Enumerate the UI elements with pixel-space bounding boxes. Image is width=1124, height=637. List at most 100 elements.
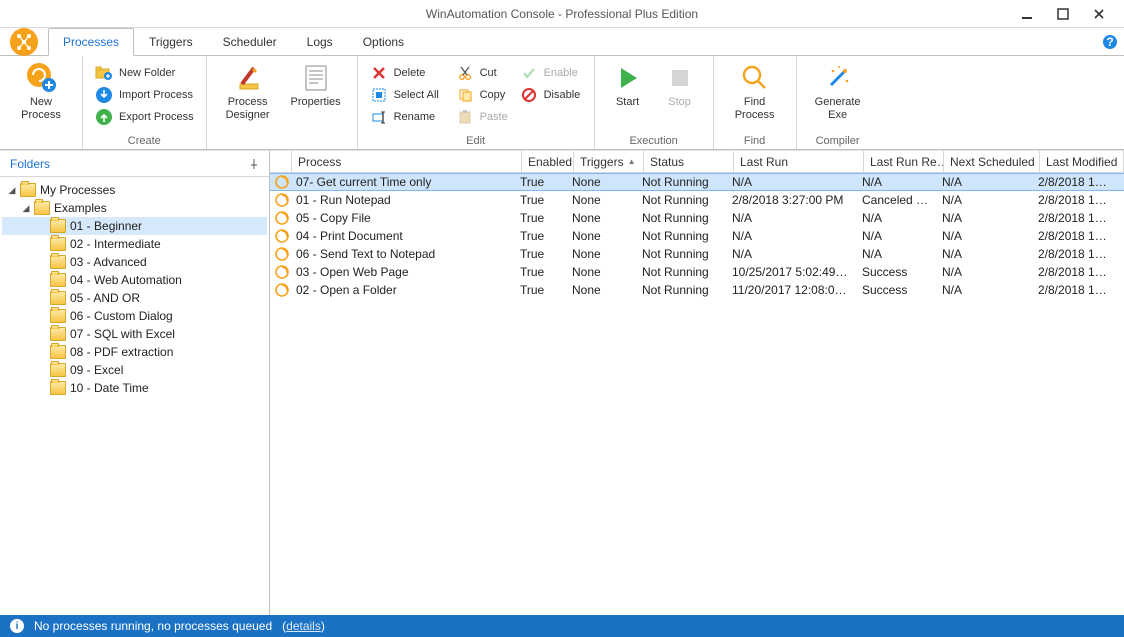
import-icon xyxy=(95,86,113,104)
disable-icon xyxy=(520,86,538,104)
folder-icon xyxy=(50,381,66,395)
maximize-button[interactable] xyxy=(1054,5,1072,23)
minimize-button[interactable] xyxy=(1018,5,1036,23)
status-details-link[interactable]: (details) xyxy=(282,619,325,633)
disable-button[interactable]: Disable xyxy=(518,84,584,106)
col-status[interactable]: Status xyxy=(644,151,734,172)
col-modified[interactable]: Last Modified xyxy=(1040,151,1124,172)
process-row[interactable]: 02 - Open a FolderTrueNoneNot Running11/… xyxy=(270,281,1124,299)
process-designer-button[interactable]: Process Designer xyxy=(217,60,279,122)
tree-item[interactable]: 02 - Intermediate xyxy=(2,235,267,253)
tree-item[interactable]: ◢Examples xyxy=(2,199,267,217)
new-folder-button[interactable]: New Folder xyxy=(93,62,196,84)
status-text: No processes running, no processes queue… xyxy=(34,619,272,633)
folder-icon xyxy=(20,183,36,197)
tree-item[interactable]: 07 - SQL with Excel xyxy=(2,325,267,343)
rename-button[interactable]: Rename xyxy=(368,106,448,128)
tree-item[interactable]: 06 - Custom Dialog xyxy=(2,307,267,325)
designer-icon xyxy=(232,62,264,94)
folders-panel: Folders ◢My Processes◢Examples01 - Begin… xyxy=(0,151,270,615)
enable-button[interactable]: Enable xyxy=(518,62,584,84)
select-all-icon xyxy=(370,86,388,104)
tree-item[interactable]: 10 - Date Time xyxy=(2,379,267,397)
start-button[interactable]: Start xyxy=(605,60,651,109)
process-icon xyxy=(274,246,290,262)
folder-icon xyxy=(50,219,66,233)
properties-button[interactable]: Properties xyxy=(285,60,347,109)
delete-button[interactable]: Delete xyxy=(368,62,448,84)
generate-exe-button[interactable]: Generate Exe xyxy=(807,60,869,122)
find-icon xyxy=(739,62,771,94)
process-row[interactable]: 04 - Print DocumentTrueNoneNot RunningN/… xyxy=(270,227,1124,245)
process-grid-panel: Process Enabled Triggers▲ Status Last Ru… xyxy=(270,151,1124,615)
stop-button[interactable]: Stop xyxy=(657,60,703,109)
tree-item[interactable]: 09 - Excel xyxy=(2,361,267,379)
tab-scheduler[interactable]: Scheduler xyxy=(208,28,292,55)
window-title: WinAutomation Console - Professional Plu… xyxy=(426,7,698,21)
export-process-button[interactable]: Export Process xyxy=(93,106,196,128)
folder-icon xyxy=(50,255,66,269)
tree-item[interactable]: 04 - Web Automation xyxy=(2,271,267,289)
tree-label: 07 - SQL with Excel xyxy=(70,327,175,341)
new-folder-icon xyxy=(95,64,113,82)
col-icon[interactable] xyxy=(270,151,292,172)
tab-strip: Processes Triggers Scheduler Logs Option… xyxy=(0,28,1124,56)
folder-icon xyxy=(50,327,66,341)
pin-icon[interactable] xyxy=(249,159,259,169)
folder-icon xyxy=(50,345,66,359)
folder-icon xyxy=(50,237,66,251)
process-icon xyxy=(274,174,290,190)
tab-processes[interactable]: Processes xyxy=(48,28,134,56)
col-lastrun[interactable]: Last Run xyxy=(734,151,864,172)
process-row[interactable]: 06 - Send Text to NotepadTrueNoneNot Run… xyxy=(270,245,1124,263)
paste-button[interactable]: Paste xyxy=(454,106,512,128)
select-all-button[interactable]: Select All xyxy=(368,84,448,106)
tab-logs[interactable]: Logs xyxy=(292,28,348,55)
process-row[interactable]: 05 - Copy FileTrueNoneNot RunningN/AN/AN… xyxy=(270,209,1124,227)
status-bar: i No processes running, no processes que… xyxy=(0,615,1124,637)
process-row[interactable]: 03 - Open Web PageTrueNoneNot Running10/… xyxy=(270,263,1124,281)
tree-item[interactable]: 01 - Beginner xyxy=(2,217,267,235)
enable-icon xyxy=(520,64,538,82)
process-icon xyxy=(274,228,290,244)
export-icon xyxy=(95,108,113,126)
process-grid[interactable]: 07- Get current Time onlyTrueNoneNot Run… xyxy=(270,173,1124,615)
stop-icon xyxy=(664,62,696,94)
close-button[interactable] xyxy=(1090,5,1108,23)
process-row[interactable]: 07- Get current Time onlyTrueNoneNot Run… xyxy=(270,173,1124,191)
tree-item[interactable]: ◢My Processes xyxy=(2,181,267,199)
tree-label: 08 - PDF extraction xyxy=(70,345,173,359)
expand-icon[interactable]: ◢ xyxy=(6,184,18,196)
copy-button[interactable]: Copy xyxy=(454,84,512,106)
properties-icon xyxy=(300,62,332,94)
find-process-button[interactable]: Find Process xyxy=(724,60,786,122)
tab-triggers[interactable]: Triggers xyxy=(134,28,208,55)
tree-item[interactable]: 05 - AND OR xyxy=(2,289,267,307)
col-process[interactable]: Process xyxy=(292,151,522,172)
copy-icon xyxy=(456,86,474,104)
tree-label: 05 - AND OR xyxy=(70,291,140,305)
col-next[interactable]: Next Scheduled … xyxy=(944,151,1040,172)
tree-item[interactable]: 08 - PDF extraction xyxy=(2,343,267,361)
tab-options[interactable]: Options xyxy=(348,28,419,55)
new-process-button[interactable]: New Process xyxy=(10,60,72,122)
folder-tree[interactable]: ◢My Processes◢Examples01 - Beginner 02 - … xyxy=(0,177,269,615)
app-logo xyxy=(0,28,48,55)
col-enabled[interactable]: Enabled xyxy=(522,151,574,172)
help-button[interactable]: ? xyxy=(1096,28,1124,55)
sort-asc-icon: ▲ xyxy=(628,157,636,166)
col-triggers[interactable]: Triggers▲ xyxy=(574,151,644,172)
process-row[interactable]: 01 - Run NotepadTrueNoneNot Running2/8/2… xyxy=(270,191,1124,209)
import-process-button[interactable]: Import Process xyxy=(93,84,196,106)
tree-item[interactable]: 03 - Advanced xyxy=(2,253,267,271)
tree-label: 02 - Intermediate xyxy=(70,237,161,251)
wand-icon xyxy=(822,62,854,94)
folder-icon xyxy=(34,201,50,215)
process-icon xyxy=(274,210,290,226)
col-lastres[interactable]: Last Run Re… xyxy=(864,151,944,172)
titlebar: WinAutomation Console - Professional Plu… xyxy=(0,0,1124,28)
cut-button[interactable]: Cut xyxy=(454,62,512,84)
folder-icon xyxy=(50,363,66,377)
expand-icon[interactable]: ◢ xyxy=(20,202,32,214)
cut-icon xyxy=(456,64,474,82)
